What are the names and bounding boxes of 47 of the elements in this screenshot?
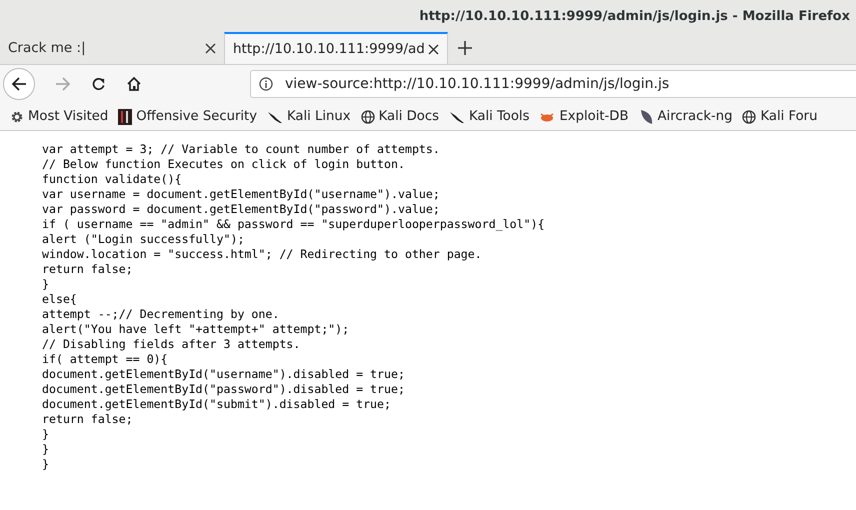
code-line: return false; [42, 412, 133, 427]
bookmark-item[interactable]: Kali Foru [742, 109, 818, 124]
bookmark-icon [118, 108, 132, 124]
code-line: } [42, 457, 49, 472]
code-line: document.getElementById("submit").disabled = true; [42, 397, 392, 412]
globe-icon [742, 110, 756, 124]
bookmark-item[interactable]: Most Visited [10, 109, 108, 124]
code-line: // Below function Executes on click of login button. [42, 157, 405, 172]
browser-tab[interactable]: http://10.10.10.111:9999/ad [224, 32, 448, 64]
bug-icon [539, 110, 556, 122]
home-icon[interactable] [126, 76, 142, 92]
code-line: if ( username == "admin" && password == "superduperlooperpassword_lol"){ [42, 217, 545, 232]
reload-icon[interactable] [91, 76, 106, 92]
back-arrow-icon [11, 76, 27, 92]
code-line: } [42, 442, 49, 457]
code-line: document.getElementById("password").disabled = true; [42, 382, 405, 397]
code-line: else{ [42, 292, 77, 307]
code-line: if( attempt == 0){ [42, 352, 168, 367]
code-line: } [42, 277, 49, 292]
code-line: alert ("Login successfully"); [42, 232, 244, 247]
bookmark-item[interactable]: Exploit-DB [539, 109, 629, 124]
code-line: var attempt = 3; // Variable to count number of attempts. [42, 142, 440, 157]
bookmark-item[interactable]: Kali Docs [360, 109, 439, 124]
globe-icon [360, 110, 375, 124]
code-line: attempt --;// Decrementing by one. [42, 307, 280, 322]
window-title: http://10.10.10.111:9999/admin/js/login.js - Mozilla Firefox [419, 8, 850, 24]
code-line: var username = document.getElementById("username").value; [42, 187, 440, 202]
gear-icon [10, 110, 24, 124]
code-line: function validate(){ [42, 172, 182, 187]
info-icon[interactable] [259, 77, 273, 91]
code-line: } [42, 427, 49, 442]
code-line: // Disabling fields after 3 attempts. [42, 337, 300, 352]
bookmark-item[interactable]: Aircrack-ng [638, 108, 732, 124]
bookmark-item[interactable]: Kali Linux [267, 109, 351, 124]
browser-tab[interactable]: Crack me :| [0, 32, 224, 64]
close-icon[interactable] [428, 44, 439, 54]
bookmark-item[interactable]: Offensive Security [118, 108, 258, 124]
code-line: document.getElementById("username").disabled = true; [42, 367, 405, 382]
back-button[interactable] [3, 68, 35, 100]
code-line: return false; [42, 262, 133, 277]
address-field[interactable]: view-source:http://10.10.10.111:9999/admin/js/login.js [250, 70, 856, 98]
code-line: window.location = "success.html"; // Redirecting to other page. [42, 247, 482, 262]
new-tab-icon[interactable] [458, 41, 472, 55]
code-line: alert("You have left "+attempt+" attempt;"); [42, 322, 350, 337]
code-line: var password = document.getElementById("password").value; [42, 202, 440, 217]
bookmark-item[interactable]: Kali Tools [448, 109, 530, 124]
close-icon[interactable] [205, 42, 216, 54]
